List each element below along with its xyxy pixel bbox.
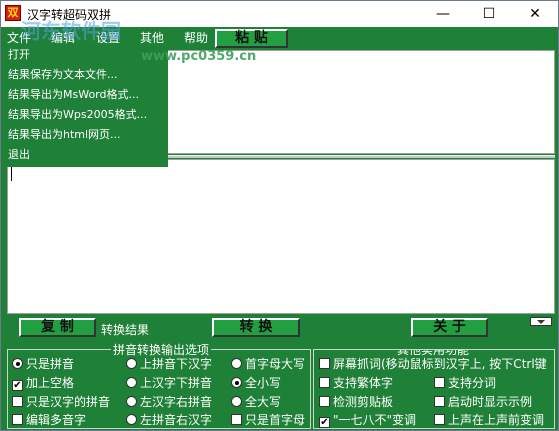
option-initials-only[interactable]: 只是首字母 bbox=[231, 413, 305, 429]
option-tone-sandhi-yi-qi-ba-bu[interactable]: ✔ "一七八不"变调 bbox=[319, 413, 416, 428]
checkbox-icon bbox=[434, 414, 445, 425]
option-all-uppercase[interactable]: 全大写 bbox=[231, 395, 281, 411]
checkbox-icon bbox=[319, 358, 330, 369]
option-add-spaces[interactable]: ✔ 加上空格 bbox=[12, 376, 74, 392]
paste-button[interactable]: 粘 贴 bbox=[215, 29, 288, 48]
maximize-button[interactable]: ☐ bbox=[466, 1, 512, 27]
option-hanzi-left-pinyin-right[interactable]: 左汉字右拼音 bbox=[126, 395, 212, 411]
watermark-url: www.pc0359.cn bbox=[141, 49, 257, 64]
close-button[interactable]: ✕ bbox=[512, 1, 558, 27]
radio-icon bbox=[231, 396, 242, 407]
checkbox-icon bbox=[12, 414, 23, 425]
option-all-lowercase[interactable]: 全小写 bbox=[231, 376, 281, 392]
menu-export-word[interactable]: 结果导出为MsWord格式... bbox=[8, 86, 139, 102]
collapse-arrow-button[interactable] bbox=[530, 317, 552, 326]
pinyin-options-group: 拼音转换输出选项 只是拼音 上拼音下汉字 首字母大写 ✔ 加上空格 上汉字下拼音 … bbox=[7, 341, 311, 429]
radio-icon bbox=[12, 358, 23, 369]
checkbox-icon bbox=[434, 377, 445, 388]
option-edit-polyphones[interactable]: 编辑多音字 bbox=[12, 413, 86, 429]
option-pinyin-only[interactable]: 只是拼音 bbox=[12, 357, 74, 373]
option-word-segmentation[interactable]: 支持分词 bbox=[434, 376, 496, 392]
about-button[interactable]: 关 于 bbox=[411, 318, 488, 337]
menu-export-html[interactable]: 结果导出为html网页... bbox=[8, 126, 121, 142]
option-pinyin-over-hanzi[interactable]: 上拼音下汉字 bbox=[126, 357, 212, 373]
option-traditional-chinese[interactable]: 支持繁体字 bbox=[319, 376, 393, 392]
radio-icon bbox=[126, 414, 137, 425]
menu-save-text[interactable]: 结果保存为文本文件... bbox=[8, 66, 118, 82]
checkbox-checked-icon: ✔ bbox=[12, 380, 23, 391]
radio-icon bbox=[126, 396, 137, 407]
app-window: 双 汉字转超码双拼 — ☐ ✕ 文件 编辑 设置 其他 帮助 粘 贴 打开 结果… bbox=[0, 0, 559, 431]
checkbox-checked-icon: ✔ bbox=[319, 417, 330, 428]
menu-exit[interactable]: 退出 bbox=[8, 146, 30, 162]
checkbox-icon bbox=[319, 396, 330, 407]
menu-help[interactable]: 帮助 bbox=[184, 29, 208, 46]
option-capitalize-first[interactable]: 首字母大写 bbox=[231, 357, 305, 373]
menu-export-wps[interactable]: 结果导出为Wps2005格式... bbox=[8, 106, 147, 122]
option-screen-capture-word[interactable]: 屏幕抓词(移动鼠标到汉字上, 按下Ctrl键 bbox=[319, 357, 547, 373]
checkbox-icon bbox=[12, 396, 23, 407]
checkbox-icon bbox=[319, 377, 330, 388]
checkbox-icon bbox=[231, 414, 242, 425]
option-third-tone-sandhi[interactable]: 上声在上声前变调 bbox=[434, 413, 544, 428]
app-icon: 双 bbox=[5, 5, 21, 21]
copy-button[interactable]: 复 制 bbox=[19, 318, 96, 337]
option-hanzi-pinyin-only[interactable]: 只是汉字的拼音 bbox=[12, 395, 110, 411]
result-textarea[interactable] bbox=[7, 159, 555, 314]
option-pinyin-left-hanzi-right[interactable]: 左拼音右汉字 bbox=[126, 413, 212, 429]
option-show-example-on-start[interactable]: 启动时显示示例 bbox=[434, 395, 532, 411]
watermark-logo: 河东软件园 bbox=[21, 19, 121, 43]
text-caret bbox=[11, 167, 12, 181]
radio-icon bbox=[231, 377, 242, 388]
radio-icon bbox=[126, 377, 137, 388]
other-functions-group: 其他实用功能 屏幕抓词(移动鼠标到汉字上, 按下Ctrl键 支持繁体字 支持分词… bbox=[313, 349, 555, 429]
menu-open[interactable]: 打开 bbox=[8, 46, 30, 62]
convert-button[interactable]: 转 换 bbox=[212, 318, 300, 337]
convert-result-label: 转换结果 bbox=[101, 323, 150, 337]
minimize-button[interactable]: — bbox=[420, 1, 466, 27]
radio-icon bbox=[126, 358, 137, 369]
checkbox-icon bbox=[434, 396, 445, 407]
option-monitor-clipboard[interactable]: 检测剪贴板 bbox=[319, 395, 393, 411]
radio-icon bbox=[231, 358, 242, 369]
pinyin-options-title: 拼音转换输出选项 bbox=[111, 341, 212, 358]
option-hanzi-over-pinyin[interactable]: 上汉字下拼音 bbox=[126, 376, 212, 392]
